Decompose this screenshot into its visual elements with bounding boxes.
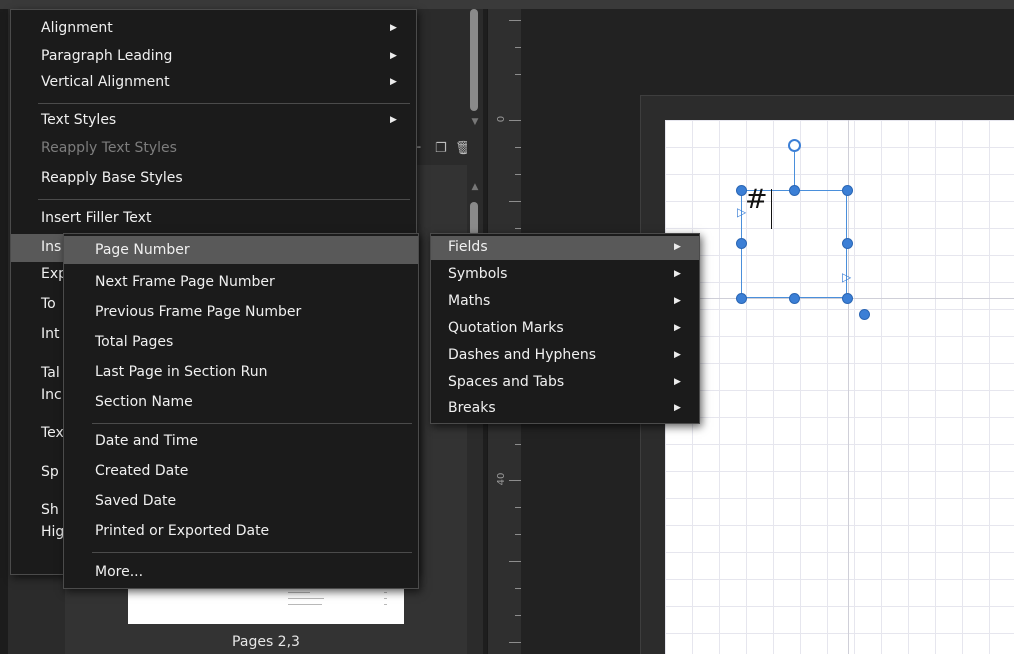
ruler-label-40: 40: [496, 472, 507, 486]
menu-item-created-date[interactable]: Created Date: [64, 461, 418, 483]
menu-item-symbols[interactable]: Symbols ▶: [431, 264, 699, 286]
ruler-tick: [509, 642, 521, 643]
menu-item-date-and-time[interactable]: Date and Time: [64, 431, 418, 453]
menu-item-dashes-and-hyphens[interactable]: Dashes and Hyphens ▶: [431, 345, 699, 367]
thumb-text-line: [288, 598, 324, 599]
menu-separator: [38, 103, 410, 104]
menu-item-saved-date[interactable]: Saved Date: [64, 491, 418, 513]
menu-item-spaces-and-tabs[interactable]: Spaces and Tabs ▶: [431, 372, 699, 394]
resize-handle-left[interactable]: [736, 238, 747, 249]
fields-submenu: Page Number Next Frame Page Number Previ…: [63, 233, 419, 589]
menu-item-reapply-text-styles: Reapply Text Styles: [41, 140, 177, 156]
menu-item-previous-frame-page-number[interactable]: Previous Frame Page Number: [64, 302, 418, 324]
rotation-handle[interactable]: [788, 139, 801, 152]
text-inport-icon[interactable]: ▷: [737, 206, 746, 218]
menu-separator: [38, 199, 410, 200]
submenu-arrow-icon: ▶: [390, 77, 397, 87]
panel-edge: [0, 9, 8, 654]
ruler-tick: [509, 120, 521, 121]
submenu-arrow-icon: ▶: [674, 242, 681, 252]
menu-item-alignment[interactable]: Alignment ▶: [11, 18, 416, 40]
menu-item-breaks[interactable]: Breaks ▶: [431, 398, 699, 420]
top-toolbar-strip: [0, 0, 1014, 9]
ruler-tick: [509, 201, 521, 202]
column-guide: [848, 120, 849, 654]
thumb-text-line: [384, 598, 387, 599]
menu-item-maths[interactable]: Maths ▶: [431, 291, 699, 313]
page-thumbnail[interactable]: [128, 588, 404, 624]
text-outport-icon[interactable]: ▷: [842, 271, 851, 283]
resize-handle-top-right[interactable]: [842, 185, 853, 196]
ruler-tick: [509, 561, 521, 562]
submenu-arrow-icon: ▶: [674, 323, 681, 333]
ruler-tick: [509, 20, 521, 21]
submenu-arrow-icon: ▶: [674, 296, 681, 306]
scroll-up-arrow-icon[interactable]: ▲: [469, 182, 481, 192]
menu-item-page-number[interactable]: Page Number: [64, 236, 418, 264]
menu-item-fields[interactable]: Fields ▶: [431, 236, 699, 260]
scrollbar-thumb-top[interactable]: [470, 9, 478, 111]
insert-submenu: Fields ▶ Symbols ▶ Maths ▶ Quotation Mar…: [430, 233, 700, 424]
row-guide: [665, 298, 1014, 299]
submenu-arrow-icon: ▶: [674, 269, 681, 279]
menu-item-printed-or-exported-date[interactable]: Printed or Exported Date: [64, 521, 418, 543]
submenu-arrow-icon: ▶: [674, 403, 681, 413]
scrollbar-thumb[interactable]: [470, 202, 478, 236]
menu-item-more[interactable]: More...: [64, 562, 418, 584]
scroll-down-arrow-icon[interactable]: ▼: [469, 117, 481, 127]
text-caret: [771, 189, 772, 229]
menu-item-vertical-alignment[interactable]: Vertical Alignment ▶: [11, 72, 416, 94]
submenu-arrow-icon: ▶: [674, 350, 681, 360]
duplicate-page-icon[interactable]: ❐: [435, 140, 447, 158]
submenu-arrow-icon: ▶: [390, 51, 397, 61]
thumb-text-line: [384, 592, 387, 593]
page-number-field-glyph: #: [745, 184, 768, 215]
menu-item-next-frame-page-number[interactable]: Next Frame Page Number: [64, 272, 418, 294]
frame-link-handle[interactable]: [859, 309, 870, 320]
menu-item-section-name[interactable]: Section Name: [64, 392, 418, 414]
pages-panel-toolbar: ⌐ ❐ 🗑: [411, 140, 472, 162]
resize-handle-top[interactable]: [789, 185, 800, 196]
submenu-arrow-icon: ▶: [674, 377, 681, 387]
submenu-arrow-icon: ▶: [390, 115, 397, 125]
menu-separator: [92, 423, 412, 424]
resize-handle-bottom-right[interactable]: [842, 293, 853, 304]
menu-item-total-pages[interactable]: Total Pages: [64, 332, 418, 354]
menu-item-reapply-base-styles[interactable]: Reapply Base Styles: [11, 168, 416, 190]
menu-item-text-styles[interactable]: Text Styles ▶: [11, 110, 416, 132]
ruler-tick: [509, 480, 521, 481]
thumb-text-line: [288, 604, 322, 605]
thumb-text-line: [384, 604, 387, 605]
menu-item-paragraph-leading[interactable]: Paragraph Leading ▶: [11, 46, 416, 68]
submenu-arrow-icon: ▶: [390, 23, 397, 33]
thumbnail-caption: Pages 2,3: [232, 634, 300, 650]
resize-handle-bottom[interactable]: [789, 293, 800, 304]
menu-item-quotation-marks[interactable]: Quotation Marks ▶: [431, 318, 699, 340]
menu-separator: [92, 552, 412, 553]
resize-handle-bottom-left[interactable]: [736, 293, 747, 304]
ruler-label-0: 0: [496, 115, 507, 123]
app-window: ⌐ ❐ 🗑 Pages 2,3 ▼ ▲ 0 40: [0, 0, 1014, 654]
resize-handle-top-left[interactable]: [736, 185, 747, 196]
menu-item-last-page-in-section-run[interactable]: Last Page in Section Run: [64, 362, 418, 384]
menu-item-insert-filler-text[interactable]: Insert Filler Text: [11, 208, 416, 230]
resize-handle-right[interactable]: [842, 238, 853, 249]
thumb-text-line: [288, 592, 310, 593]
